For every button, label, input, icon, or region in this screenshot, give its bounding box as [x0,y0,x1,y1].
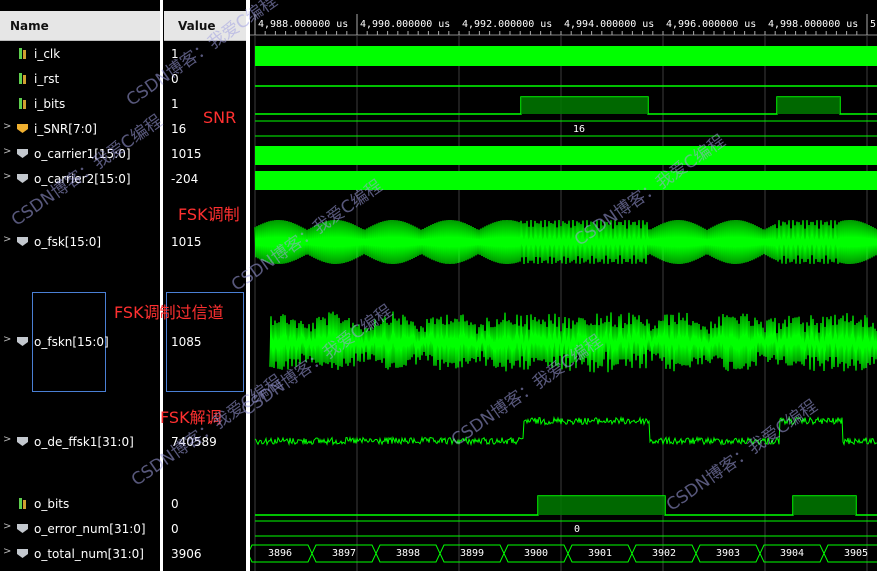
bus-segment-label: 3902 [652,548,676,559]
bit-signal-icon [17,97,29,109]
waveform-canvas[interactable]: 4,988.000000 us 4,990.000000 us 4,992.0000… [250,0,877,571]
bus-value-label: 16 [573,124,585,135]
wave-i-clk [255,46,877,66]
wave-o-bits [255,495,877,516]
bus-signal-icon [17,172,29,184]
signal-row-i-clk[interactable]: i_clk [0,44,160,64]
ruler-label: 4,988.000000 us [258,19,348,30]
expand-chevron-icon[interactable]: > [3,334,11,345]
wave-i-bits [255,96,877,115]
annotation-fsk-mod: FSK调制 [178,205,240,224]
annotation-snr: SNR [203,108,237,127]
signal-name: i_bits [34,97,66,111]
wave-o-fsk [254,219,877,265]
signal-row-o-total-num[interactable]: > o_total_num[31:0] [0,544,160,564]
bit-signal-icon [17,497,29,509]
signal-value: 1085 [171,335,202,349]
name-column-header[interactable]: Name [0,11,160,41]
signal-name: o_de_ffsk1[31:0] [34,435,134,449]
bus-segment-label: 3899 [460,548,484,559]
bus-signal-icon [17,147,29,159]
bus-segment-label: 3901 [588,548,612,559]
signal-value: 1015 [171,147,202,161]
bus-value-label: 0 [574,524,580,535]
bit-signal-icon [17,72,29,84]
signal-row-o-error-num[interactable]: > o_error_num[31:0] [0,519,160,539]
signal-row-o-bits[interactable]: o_bits [0,494,160,514]
signal-name: o_bits [34,497,70,511]
signal-name: o_fsk[15:0] [34,235,102,249]
expand-chevron-icon[interactable]: > [3,121,11,132]
signal-name: o_fskn[15:0] [34,335,109,349]
signal-value: 0 [171,497,179,511]
bus-segment-label: 3900 [524,548,548,559]
wave-o-total-num: 3896 3897 3898 3899 3900 3901 3902 3903 3904 3905 [250,544,877,563]
wave-o-error-num: 0 [255,520,877,537]
bus-segment-label: 3905 [844,548,868,559]
wave-o-carrier1 [255,146,877,165]
signal-name: o_error_num[31:0] [34,522,146,536]
signal-value: 1015 [171,235,202,249]
bus-segment-label: 3898 [396,548,420,559]
ruler-label: 4,998.000000 us [768,19,858,30]
signal-row-o-fskn[interactable]: > o_fskn[15:0] [0,332,160,352]
signal-value: 3906 [171,547,202,561]
bus-signal-icon [17,335,29,347]
time-grid [254,36,868,571]
signal-row-o-de-ffsk1[interactable]: > o_de_ffsk1[31:0] [0,432,160,452]
signal-value: -204 [171,172,199,186]
ruler-label: 5,0 [870,19,877,30]
bus-segment-label: 3904 [780,548,804,559]
bus-signal-icon [17,435,29,447]
bit-signal-icon [17,47,29,59]
expand-chevron-icon[interactable]: > [3,146,11,157]
time-ruler[interactable]: 4,988.000000 us 4,990.000000 us 4,992.0000… [250,14,877,36]
bus-signal-icon [17,522,29,534]
annotation-fsk-channel: FSK调制过信道 [114,303,224,322]
signal-name: i_SNR[7:0] [34,122,97,136]
expand-chevron-icon[interactable]: > [3,171,11,182]
ruler-label: 4,992.000000 us [462,19,552,30]
signal-value: 0 [171,522,179,536]
signal-row-o-fsk[interactable]: > o_fsk[15:0] [0,232,160,252]
expand-chevron-icon[interactable]: > [3,546,11,557]
signal-name: o_total_num[31:0] [34,547,144,561]
bus-segment-label: 3897 [332,548,356,559]
bus-signal-icon [17,122,29,134]
ruler-label: 4,994.000000 us [564,19,654,30]
bus-signal-icon [17,547,29,559]
ruler-label: 4,990.000000 us [360,19,450,30]
expand-chevron-icon[interactable]: > [3,521,11,532]
signal-name: i_clk [34,47,61,61]
bus-segment-label: 3896 [268,548,292,559]
signal-name: i_rst [34,72,60,86]
expand-chevron-icon[interactable]: > [3,234,11,245]
ruler-label: 4,996.000000 us [666,19,756,30]
expand-chevron-icon[interactable]: > [3,434,11,445]
wave-i-snr: 16 [255,120,877,137]
bus-segment-label: 3903 [716,548,740,559]
bus-signal-icon [17,235,29,247]
